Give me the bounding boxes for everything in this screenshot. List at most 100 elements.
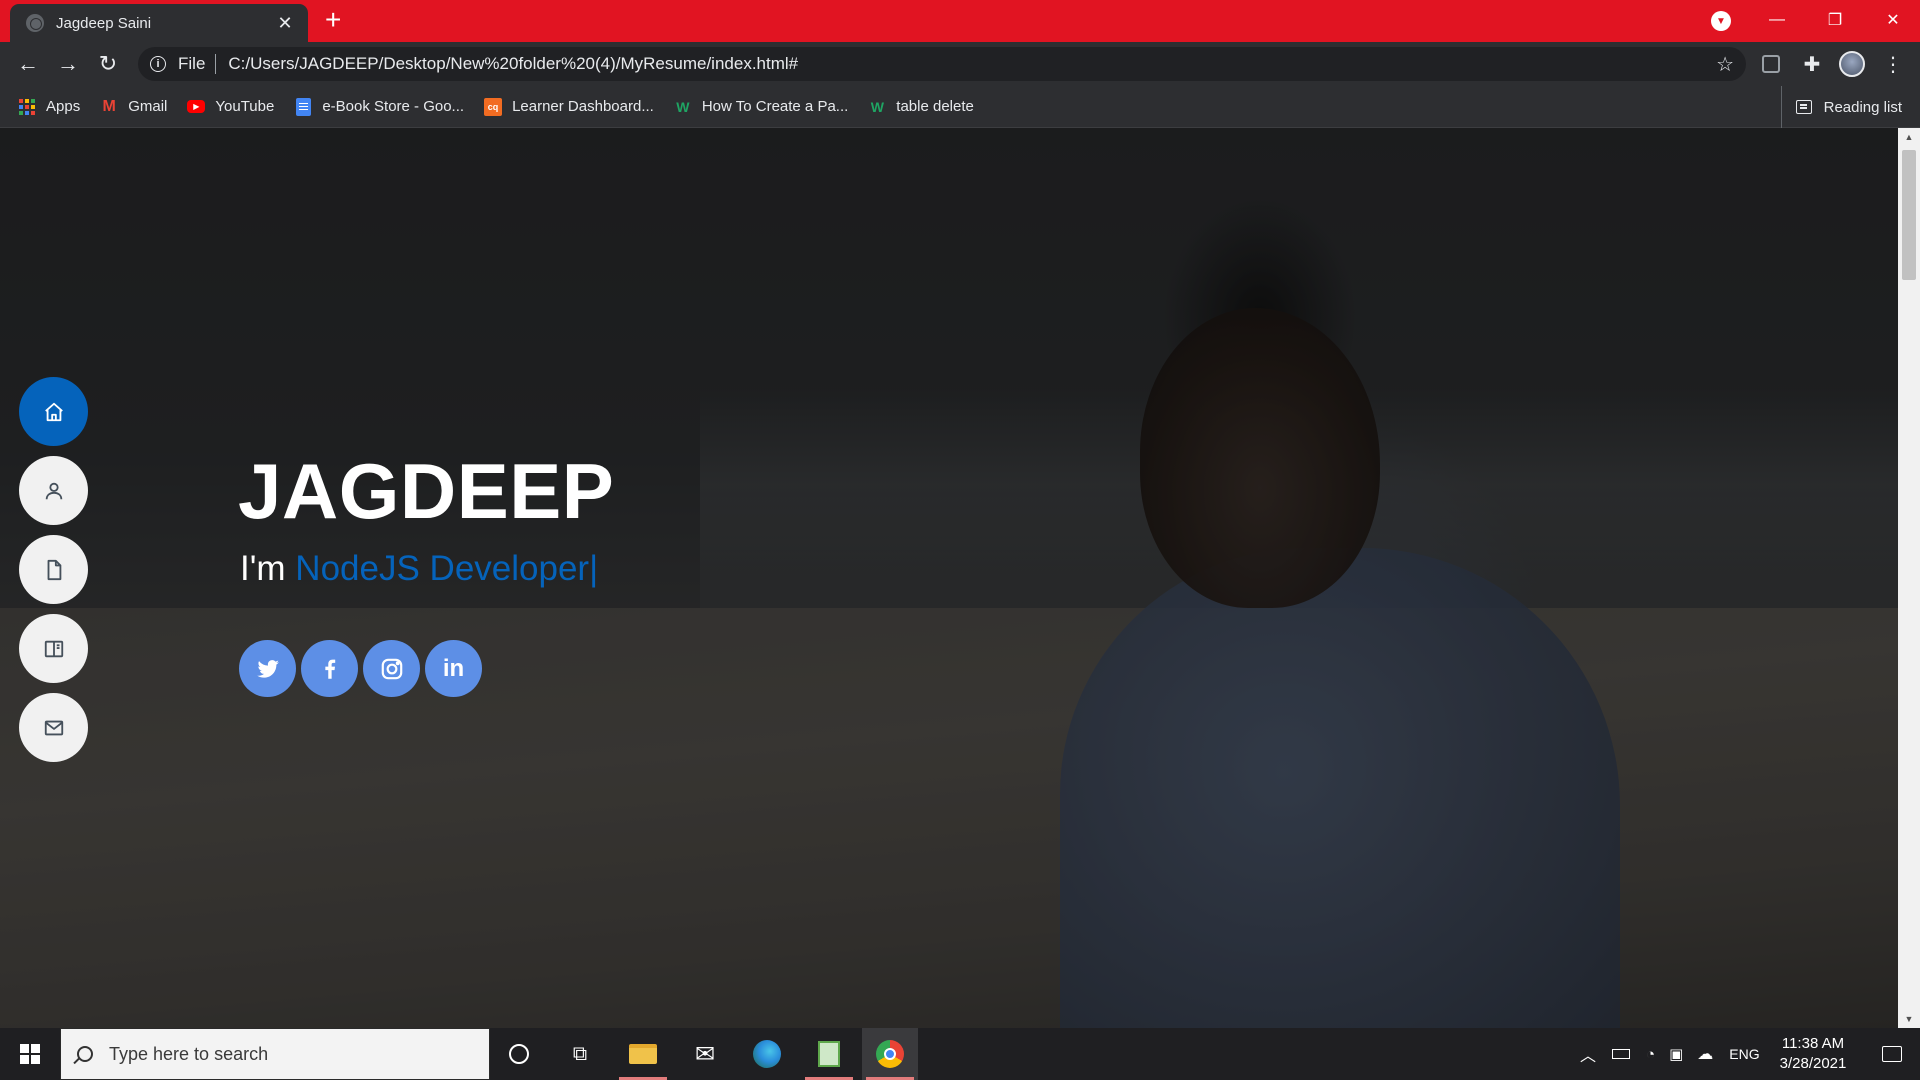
globe-icon bbox=[26, 14, 44, 32]
cortana-button[interactable] bbox=[491, 1028, 547, 1080]
page-scrollbar[interactable]: ▲ ▼ bbox=[1898, 128, 1920, 1028]
scroll-up-arrow-icon[interactable]: ▲ bbox=[1898, 128, 1920, 146]
chrome-app[interactable] bbox=[862, 1028, 918, 1080]
bookmark-how-to-create[interactable]: W How To Create a Pa... bbox=[674, 98, 848, 116]
notepad-app[interactable] bbox=[801, 1028, 857, 1080]
twitter-icon bbox=[256, 659, 279, 678]
task-view-button[interactable]: ⧉ bbox=[552, 1028, 608, 1080]
restore-button[interactable]: ❐ bbox=[1806, 0, 1864, 40]
clock-time: 11:38 AM bbox=[1781, 1035, 1845, 1052]
onedrive-cloud-icon[interactable]: ☁ bbox=[1697, 1044, 1713, 1064]
start-button[interactable] bbox=[0, 1028, 60, 1080]
reading-list-button[interactable]: Reading list bbox=[1780, 86, 1902, 128]
taskbar-search-box[interactable]: Type here to search bbox=[60, 1028, 490, 1080]
hero-typed-role: NodeJS Developer| bbox=[295, 549, 599, 588]
action-center-button[interactable] bbox=[1864, 1028, 1920, 1080]
address-separator bbox=[215, 54, 217, 74]
scheme-label: File bbox=[178, 54, 206, 73]
profile-avatar[interactable] bbox=[1839, 51, 1865, 77]
instagram-icon bbox=[381, 658, 402, 679]
close-window-button[interactable]: ✕ bbox=[1864, 0, 1920, 40]
person-icon bbox=[45, 482, 62, 499]
w-icon: W bbox=[870, 98, 884, 115]
gmail-icon: M bbox=[102, 97, 116, 115]
tab-title: Jagdeep Saini bbox=[56, 14, 152, 32]
mail-app[interactable]: ✉ bbox=[677, 1028, 733, 1080]
address-bar[interactable]: i File C:/Users/JAGDEEP/Desktop/New%20fo… bbox=[138, 47, 1746, 81]
battery-icon[interactable] bbox=[1612, 1049, 1631, 1059]
side-navigation bbox=[19, 377, 88, 762]
file-explorer-app[interactable] bbox=[615, 1028, 671, 1080]
nav-home[interactable] bbox=[19, 377, 88, 446]
close-tab-icon[interactable]: ✕ bbox=[274, 13, 296, 34]
facebook-link[interactable] bbox=[301, 640, 358, 697]
file-icon bbox=[47, 559, 61, 580]
chrome-icon bbox=[876, 1040, 904, 1068]
nav-contact[interactable] bbox=[19, 693, 88, 762]
system-tray: ︿ ◔ ▣ ☁ ENG bbox=[1580, 1028, 1760, 1080]
minimize-button[interactable]: — bbox=[1748, 0, 1806, 40]
nav-resume[interactable] bbox=[19, 535, 88, 604]
windows-logo-icon bbox=[20, 1044, 40, 1064]
home-icon bbox=[44, 402, 63, 421]
extension-square-icon[interactable] bbox=[1758, 51, 1784, 77]
forward-button[interactable]: → bbox=[48, 44, 88, 84]
bookmark-table-delete[interactable]: W table delete bbox=[868, 98, 974, 116]
cortana-circle-icon bbox=[509, 1044, 529, 1064]
linkedin-link[interactable]: in bbox=[425, 640, 482, 697]
scrollbar-thumb[interactable] bbox=[1902, 150, 1916, 280]
folder-icon bbox=[629, 1044, 657, 1064]
edge-icon bbox=[753, 1040, 781, 1068]
bookmark-label: Learner Dashboard... bbox=[512, 98, 654, 115]
language-indicator[interactable]: ENG bbox=[1729, 1046, 1759, 1062]
bookmark-label: e-Book Store - Goo... bbox=[322, 98, 465, 115]
back-button[interactable]: ← bbox=[8, 44, 48, 84]
browser-tab[interactable]: Jagdeep Saini ✕ bbox=[10, 4, 308, 42]
hero-name: JAGDEEP bbox=[238, 447, 615, 535]
hero-subtitle-prefix: I'm bbox=[240, 549, 286, 588]
bookmarks-bar: Apps M Gmail ▶ YouTube e-Book Store - Go… bbox=[0, 86, 1920, 128]
taskbar-search-placeholder: Type here to search bbox=[109, 1043, 269, 1064]
reading-list-label: Reading list bbox=[1823, 98, 1902, 116]
bookmark-label: YouTube bbox=[215, 98, 275, 115]
info-icon[interactable]: i bbox=[150, 56, 166, 72]
bookmark-label: table delete bbox=[896, 98, 974, 115]
youtube-icon: ▶ bbox=[187, 98, 206, 116]
scroll-down-arrow-icon[interactable]: ▼ bbox=[1898, 1010, 1920, 1028]
meet-now-icon[interactable]: ▣ bbox=[1669, 1045, 1683, 1063]
windows-taskbar: Type here to search ⧉ ✉ ︿ ◔ ▣ ☁ ENG 11:3… bbox=[0, 1028, 1920, 1080]
menu-kebab-icon[interactable]: ⋮ bbox=[1880, 51, 1906, 77]
instagram-link[interactable] bbox=[363, 640, 420, 697]
mail-icon bbox=[44, 720, 63, 735]
extensions-puzzle-icon[interactable]: ✚ bbox=[1799, 51, 1825, 77]
url-text[interactable]: C:/Users/JAGDEEP/Desktop/New%20folder%20… bbox=[228, 54, 1716, 74]
book-icon bbox=[44, 640, 63, 657]
search-icon bbox=[77, 1046, 93, 1062]
envelope-icon: ✉ bbox=[694, 1040, 716, 1068]
notepad-icon bbox=[818, 1041, 840, 1067]
bookmark-youtube[interactable]: ▶ YouTube bbox=[187, 98, 274, 116]
new-tab-button[interactable]: + bbox=[325, 6, 341, 34]
twitter-link[interactable] bbox=[239, 640, 296, 697]
linkedin-icon: in bbox=[442, 654, 465, 682]
tray-chevron-up-icon[interactable]: ︿ bbox=[1580, 1042, 1596, 1066]
cq-icon: cq bbox=[484, 97, 503, 116]
profile-badge-icon[interactable]: ▼ bbox=[1711, 11, 1731, 31]
bookmark-gmail[interactable]: M Gmail bbox=[100, 97, 168, 116]
nav-about[interactable] bbox=[19, 456, 88, 525]
nav-portfolio[interactable] bbox=[19, 614, 88, 683]
clock-date: 3/28/2021 bbox=[1779, 1055, 1847, 1072]
reload-button[interactable]: ↻ bbox=[88, 44, 128, 84]
wifi-icon[interactable]: ◔ bbox=[1646, 1046, 1655, 1063]
bookmark-label: How To Create a Pa... bbox=[701, 98, 849, 115]
bookmark-apps[interactable]: Apps bbox=[18, 98, 80, 116]
bookmark-star-icon[interactable]: ☆ bbox=[1716, 52, 1734, 77]
taskbar-clock[interactable]: 11:38 AM 3/28/2021 bbox=[1768, 1034, 1858, 1074]
bookmark-ebook-store[interactable]: e-Book Store - Goo... bbox=[294, 97, 465, 116]
docs-icon bbox=[294, 97, 312, 116]
bookmark-learner-dashboard[interactable]: cq Learner Dashboard... bbox=[484, 97, 654, 116]
w-icon: W bbox=[676, 98, 690, 115]
notification-icon bbox=[1882, 1046, 1902, 1062]
bookmark-label: Gmail bbox=[128, 98, 168, 115]
edge-app[interactable] bbox=[739, 1028, 795, 1080]
